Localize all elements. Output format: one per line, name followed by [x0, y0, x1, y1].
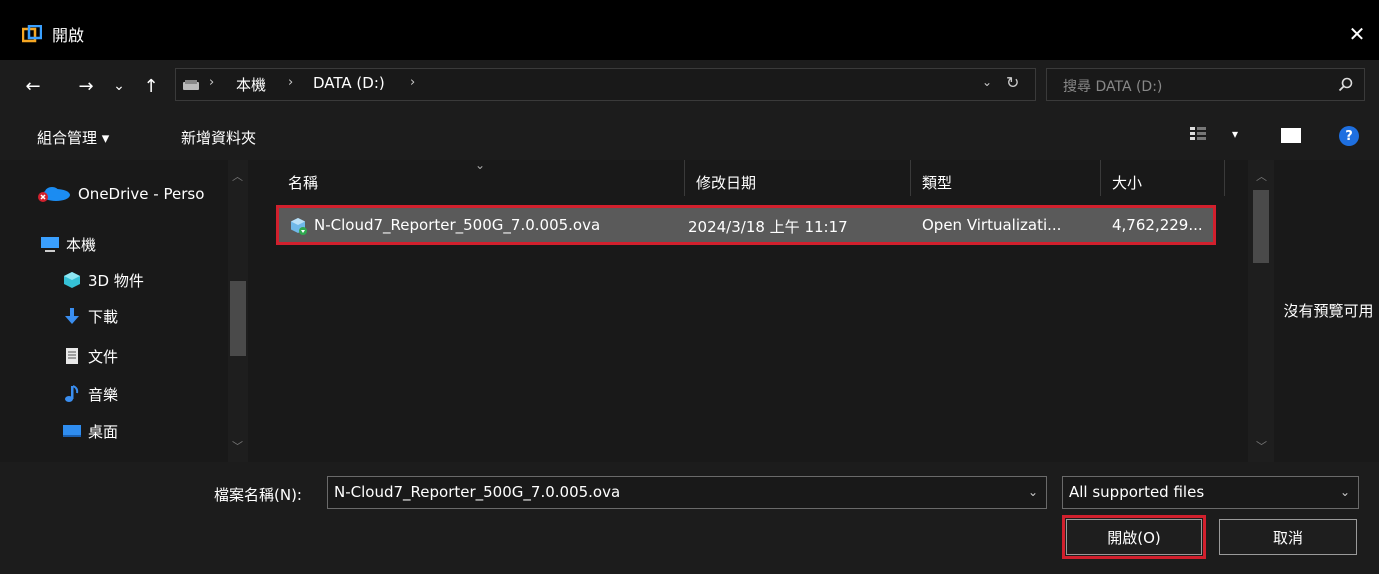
up-arrow-icon: ↑ — [143, 75, 159, 97]
sidebar-item-label: 3D 物件 — [88, 271, 144, 290]
sidebar-item-this-pc[interactable]: 本機 — [40, 229, 96, 259]
file-list: ⌄ 名稱 修改日期 類型 大小 N-Cloud7_Reporter_500G_7… — [270, 158, 1248, 462]
3d-objects-icon — [62, 271, 82, 289]
nav-scroll-thumb[interactable] — [230, 281, 246, 356]
documents-icon — [62, 347, 82, 365]
scroll-up-icon[interactable]: ︿ — [1256, 168, 1267, 184]
column-header-size[interactable]: 大小 — [1112, 172, 1142, 193]
close-icon: ✕ — [1348, 22, 1366, 46]
sidebar-item-label: 桌面 — [88, 422, 119, 441]
sidebar-item-music[interactable]: 音樂 — [62, 379, 118, 409]
file-type-select[interactable]: All supported files ⌄ — [1062, 476, 1359, 509]
filename-label: 檔案名稱(N): — [214, 486, 302, 504]
scroll-down-icon[interactable]: ﹀ — [1256, 438, 1267, 454]
sidebar-item-label: 本機 — [66, 235, 97, 254]
column-divider[interactable] — [684, 160, 685, 196]
sidebar-item-onedrive[interactable]: OneDrive - Perso — [38, 179, 204, 209]
sidebar-item-desktop[interactable]: 桌面 — [62, 416, 118, 446]
sidebar-item-label: 文件 — [88, 347, 119, 366]
view-dropdown-icon[interactable]: ▾ — [1232, 127, 1238, 141]
content-area: OneDrive - Perso 本機 3D 物件 下載 文件 音樂 桌面 ︿ … — [0, 158, 1379, 462]
chevron-down-icon[interactable]: ⌄ — [1340, 485, 1350, 499]
sidebar-item-downloads[interactable]: 下載 — [62, 301, 118, 331]
sidebar-item-label: 音樂 — [88, 385, 119, 404]
organize-menu[interactable]: 組合管理 ▾ — [37, 127, 109, 148]
scroll-down-icon[interactable]: ﹀ — [232, 438, 243, 454]
new-folder-button[interactable]: 新增資料夾 — [181, 127, 256, 148]
preview-pane-icon[interactable] — [1281, 128, 1301, 143]
column-divider[interactable] — [910, 160, 911, 196]
cancel-button[interactable]: 取消 — [1219, 519, 1357, 555]
breadcrumb-separator: › — [209, 75, 215, 90]
chevron-down-icon: ⌄ — [113, 78, 125, 94]
file-list-scrollbar[interactable]: ︿ ﹀ — [1248, 160, 1274, 462]
file-type-cell: Open Virtualizati... — [922, 216, 1062, 234]
file-name-cell: N-Cloud7_Reporter_500G_7.0.005.ova — [314, 216, 601, 234]
forward-button[interactable]: → — [75, 75, 97, 97]
address-dropdown-icon[interactable]: ⌄ — [982, 75, 992, 89]
music-icon — [62, 385, 82, 403]
view-options-icon[interactable] — [1190, 126, 1206, 142]
column-divider[interactable] — [1100, 160, 1101, 196]
search-input[interactable]: 搜尋 DATA (D:) — [1046, 68, 1365, 101]
file-scroll-thumb[interactable] — [1253, 190, 1269, 263]
breadcrumb-separator: › — [410, 75, 416, 90]
table-row[interactable]: N-Cloud7_Reporter_500G_7.0.005.ova 2024/… — [276, 205, 1216, 245]
scroll-up-icon[interactable]: ︿ — [232, 168, 243, 184]
nav-scrollbar[interactable]: ︿ ﹀ — [228, 160, 248, 462]
file-size-cell: 4,762,229... — [1112, 216, 1203, 234]
app-window-icon — [22, 25, 42, 43]
onedrive-icon — [38, 185, 72, 203]
download-icon — [62, 307, 82, 325]
ova-file-icon — [291, 218, 307, 235]
search-placeholder: 搜尋 DATA (D:) — [1063, 79, 1163, 95]
address-bar[interactable]: › 本機 › DATA (D:) › ⌄ ↻ — [175, 68, 1036, 101]
back-arrow-icon: ← — [25, 75, 41, 97]
forward-arrow-icon: → — [78, 75, 94, 97]
column-divider[interactable] — [1224, 160, 1225, 196]
sidebar-item-label: OneDrive - Perso — [78, 185, 205, 203]
search-icon[interactable] — [1338, 76, 1354, 92]
recent-locations-button[interactable]: ⌄ — [108, 75, 130, 97]
sidebar-item-label: 下載 — [88, 307, 119, 326]
chevron-down-icon[interactable]: ⌄ — [1028, 485, 1038, 499]
preview-pane: 沒有預覽可用 — [1276, 160, 1379, 462]
no-preview-text: 沒有預覽可用 — [1283, 302, 1374, 320]
window-title: 開啟 — [52, 26, 85, 45]
refresh-icon[interactable]: ↻ — [1006, 73, 1019, 92]
help-icon[interactable]: ? — [1339, 126, 1359, 146]
sort-indicator-icon: ⌄ — [475, 158, 486, 172]
filename-field[interactable]: N-Cloud7_Reporter_500G_7.0.005.ova ⌄ — [327, 476, 1047, 509]
breadcrumb-separator: › — [288, 75, 294, 90]
back-button[interactable]: ← — [22, 75, 44, 97]
sidebar-item-3d-objects[interactable]: 3D 物件 — [62, 265, 144, 295]
title-bar: 開啟 ✕ — [0, 0, 1379, 60]
command-toolbar: 組合管理 ▾ 新增資料夾 ▾ ? — [0, 110, 1379, 160]
open-button[interactable]: 開啟(O) — [1062, 515, 1206, 559]
up-button[interactable]: ↑ — [140, 75, 162, 97]
column-header-type[interactable]: 類型 — [922, 172, 952, 193]
column-header-name[interactable]: 名稱 — [288, 172, 318, 193]
close-button[interactable]: ✕ — [1343, 20, 1371, 48]
cancel-button-label: 取消 — [1272, 528, 1303, 547]
column-header-modified[interactable]: 修改日期 — [696, 172, 756, 193]
file-modified-cell: 2024/3/18 上午 11:17 — [688, 218, 848, 236]
navigation-pane: OneDrive - Perso 本機 3D 物件 下載 文件 音樂 桌面 ︿ … — [0, 160, 250, 462]
this-pc-icon — [40, 235, 60, 253]
breadcrumb-this-pc[interactable]: 本機 — [236, 74, 266, 95]
sidebar-item-documents[interactable]: 文件 — [62, 341, 118, 371]
desktop-icon — [62, 422, 82, 440]
drive-icon — [183, 80, 199, 90]
filename-value: N-Cloud7_Reporter_500G_7.0.005.ova — [334, 483, 621, 501]
breadcrumb-data-drive[interactable]: DATA (D:) — [313, 74, 385, 92]
file-type-value: All supported files — [1069, 483, 1205, 501]
open-button-label: 開啟(O) — [1107, 528, 1161, 547]
dialog-footer: 檔案名稱(N): N-Cloud7_Reporter_500G_7.0.005.… — [0, 462, 1379, 574]
